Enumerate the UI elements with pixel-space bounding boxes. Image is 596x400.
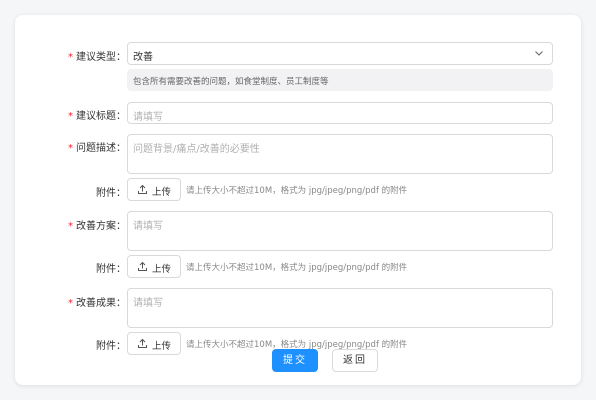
upload-icon: [138, 261, 147, 271]
plan-label: * 改善方案：: [68, 221, 126, 232]
upload-hint: 请上传大小不超过10M，格式为 jpg/jpeg/png/pdf 的附件: [186, 186, 408, 196]
type-hint: 包含所有需要改善的问题，如食堂制度、员工制度等: [127, 69, 553, 91]
upload-icon: [138, 184, 147, 194]
problem-placeholder: 问题背景/痛点/改善的必要性: [133, 144, 260, 155]
title-input[interactable]: 请填写: [127, 102, 553, 124]
plan-textarea[interactable]: 请填写: [127, 211, 553, 251]
upload-hint: 请上传大小不超过10M，格式为 jpg/jpeg/png/pdf 的附件: [186, 263, 408, 273]
chevron-down-icon: [535, 51, 543, 56]
upload-label: 上传: [152, 341, 172, 352]
title-placeholder: 请填写: [133, 112, 163, 123]
upload-label: 上传: [152, 187, 172, 198]
required-mark: *: [68, 111, 73, 122]
problem-label: * 问题描述：: [68, 143, 126, 154]
plan-placeholder: 请填写: [133, 221, 163, 232]
type-select-value: 改善: [133, 52, 153, 63]
upload-label: 上传: [152, 264, 172, 275]
required-mark: *: [68, 143, 73, 154]
result-upload-button[interactable]: 上传: [127, 332, 181, 355]
problem-textarea[interactable]: 问题背景/痛点/改善的必要性: [127, 134, 553, 174]
attachment-label: 附件：: [96, 188, 126, 199]
type-label: * 建议类型：: [68, 52, 126, 63]
result-placeholder: 请填写: [133, 298, 163, 309]
submit-button[interactable]: 提交: [272, 349, 318, 372]
type-select[interactable]: 改善: [127, 42, 553, 65]
result-textarea[interactable]: 请填写: [127, 288, 553, 328]
back-button[interactable]: 返回: [332, 349, 378, 372]
plan-upload-button[interactable]: 上传: [127, 255, 181, 278]
required-mark: *: [68, 221, 73, 232]
required-mark: *: [68, 52, 73, 63]
upload-icon: [138, 338, 147, 348]
result-label: * 改善成果：: [68, 298, 126, 309]
attachment-label: 附件：: [96, 341, 126, 352]
required-mark: *: [68, 298, 73, 309]
problem-upload-button[interactable]: 上传: [127, 178, 181, 201]
title-label: * 建议标题：: [68, 111, 126, 122]
suggestion-form-card: * 建议类型： 改善 包含所有需要改善的问题，如食堂制度、员工制度等 * 建议标题：…: [15, 15, 581, 385]
attachment-label: 附件：: [96, 264, 126, 275]
